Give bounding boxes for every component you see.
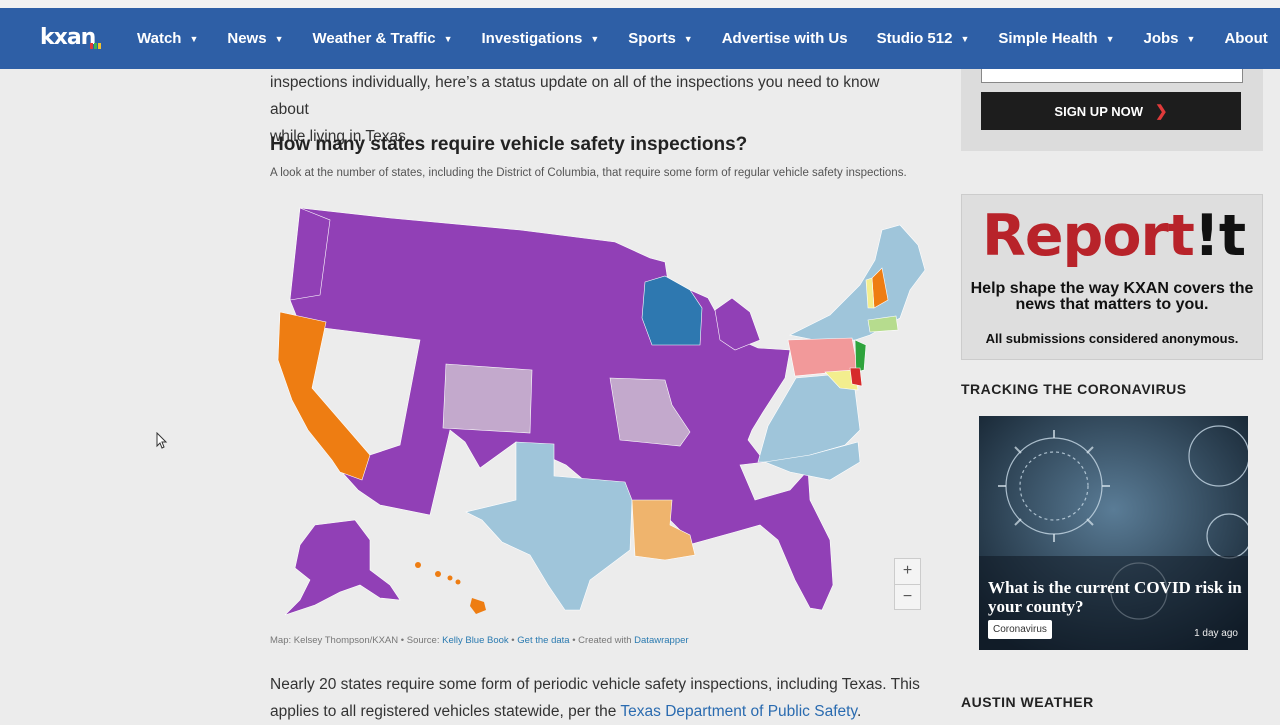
map-region-delaware[interactable] — [849, 367, 863, 387]
nav-item-jobs[interactable]: Jobs ▼ — [1144, 30, 1196, 47]
nav-item-watch[interactable]: Watch ▼ — [137, 30, 198, 47]
map-region-new-jersey[interactable] — [854, 339, 867, 373]
report-it-ad[interactable]: Report!t Help shape the way KXAN covers … — [961, 194, 1263, 360]
body-line-1: Nearly 20 states require some form of pe… — [270, 676, 920, 693]
caret-down-icon: ▼ — [1105, 33, 1115, 44]
caret-down-icon: ▼ — [960, 33, 970, 44]
get-data-link[interactable]: Get the data — [517, 635, 569, 646]
report-it-tagline: Help shape the way KXAN covers the news … — [970, 280, 1254, 313]
report-it-logo-b: !t — [1193, 203, 1246, 269]
us-inspection-map[interactable] — [270, 200, 930, 625]
chevron-right-icon: ❯ — [1155, 103, 1168, 120]
nav-item-label: Studio 512 — [876, 30, 953, 47]
nav-item-sports[interactable]: Sports ▼ — [628, 30, 692, 47]
article-body: Nearly 20 states require some form of pe… — [270, 671, 920, 725]
nav-item-label: Jobs — [1143, 30, 1179, 47]
intro-line-1: inspections individually, here’s a statu… — [270, 74, 880, 118]
map-region-northeast[interactable] — [789, 224, 926, 341]
map-region-hawaii[interactable] — [415, 562, 486, 614]
nav-item-label: News — [227, 30, 267, 47]
body-line-2-prefix: applies to all registered vehicles state… — [270, 703, 621, 720]
mouse-pointer-icon — [156, 432, 168, 449]
report-it-note: All submissions considered anonymous. — [985, 331, 1239, 346]
nav-item-label: Sports — [628, 30, 676, 47]
nav-menu: Watch ▼ News ▼ Weather & Traffic ▼ Investigati… — [137, 8, 1280, 69]
map-subtitle: A look at the number of states, includin… — [270, 167, 907, 179]
nav-item-label: Advertise with Us — [721, 30, 848, 47]
credit-prefix: Map: Kelsey Thompson/KXAN • Source: — [270, 635, 443, 646]
map-zoom-controls: + − — [894, 558, 921, 610]
nav-item-label: Watch — [137, 30, 182, 47]
story-timestamp: 1 day ago — [1194, 628, 1238, 639]
section-heading: How many states require vehicle safety i… — [270, 134, 748, 155]
nav-item-news[interactable]: News ▼ — [227, 30, 283, 47]
zoom-in-button[interactable]: + — [895, 559, 920, 585]
austin-weather-heading: AUSTIN WEATHER — [961, 694, 1094, 710]
newsletter-email-input[interactable] — [981, 69, 1243, 83]
report-it-logo-a: Report — [982, 203, 1195, 269]
body-line-2: applies to all registered vehicles state… — [270, 698, 920, 725]
nav-item-label: Simple Health — [998, 30, 1098, 47]
caret-down-icon: ▼ — [443, 33, 453, 44]
site-nav: kxan Watch ▼ News ▼ Weather & Traffic ▼ Invest… — [0, 8, 1280, 69]
nav-item-studio-512[interactable]: Studio 512 ▼ — [877, 30, 970, 47]
covid-story-card[interactable]: What is the current COVID risk in your c… — [979, 416, 1248, 650]
nav-item-weather-traffic[interactable]: Weather & Traffic ▼ — [312, 30, 452, 47]
report-it-logo: Report!t — [982, 203, 1246, 269]
nav-item-label: Weather & Traffic — [312, 30, 436, 47]
logo-accent-icon — [90, 43, 101, 49]
kxan-logo[interactable]: kxan — [40, 25, 96, 50]
category-badge[interactable]: Coronavirus — [988, 620, 1052, 639]
texas-dps-link[interactable]: Texas Department of Public Safety — [620, 703, 857, 720]
map-region-colorado[interactable] — [442, 363, 533, 434]
credit-separator: • — [508, 635, 518, 646]
caret-down-icon: ▼ — [189, 33, 199, 44]
map-region-alaska[interactable] — [284, 519, 401, 616]
browser-top-strip — [0, 0, 1280, 8]
caret-down-icon: ▼ — [590, 33, 600, 44]
credit-created: • Created with — [569, 635, 635, 646]
credit-source-link[interactable]: Kelly Blue Book — [442, 635, 509, 646]
caret-down-icon: ▼ — [683, 33, 693, 44]
nav-item-investigations[interactable]: Investigations ▼ — [482, 30, 600, 47]
nav-item-simple-health[interactable]: Simple Health ▼ — [998, 30, 1114, 47]
nav-item-about[interactable]: About — [1224, 30, 1267, 47]
zoom-out-button[interactable]: − — [895, 585, 920, 610]
nav-item-label: About — [1224, 30, 1268, 47]
sign-up-button[interactable]: SIGN UP NOW ❯ — [981, 92, 1241, 130]
map-region-wisconsin[interactable] — [641, 275, 703, 346]
caret-down-icon: ▼ — [1186, 33, 1196, 44]
sign-up-label: SIGN UP NOW — [1054, 103, 1144, 119]
covid-story-title[interactable]: What is the current COVID risk in your c… — [988, 578, 1243, 616]
body-line-2-suffix: . — [857, 703, 862, 720]
map-region-california[interactable] — [277, 311, 371, 481]
caret-down-icon: ▼ — [274, 33, 284, 44]
map-credit: Map: Kelsey Thompson/KXAN • Source: Kell… — [270, 635, 689, 646]
nav-item-advertise-with-us[interactable]: Advertise with Us — [722, 30, 848, 47]
datawrapper-link[interactable]: Datawrapper — [634, 635, 688, 646]
nav-item-label: Investigations — [481, 30, 583, 47]
tracking-coronavirus-heading: TRACKING THE CORONAVIRUS — [961, 381, 1187, 397]
